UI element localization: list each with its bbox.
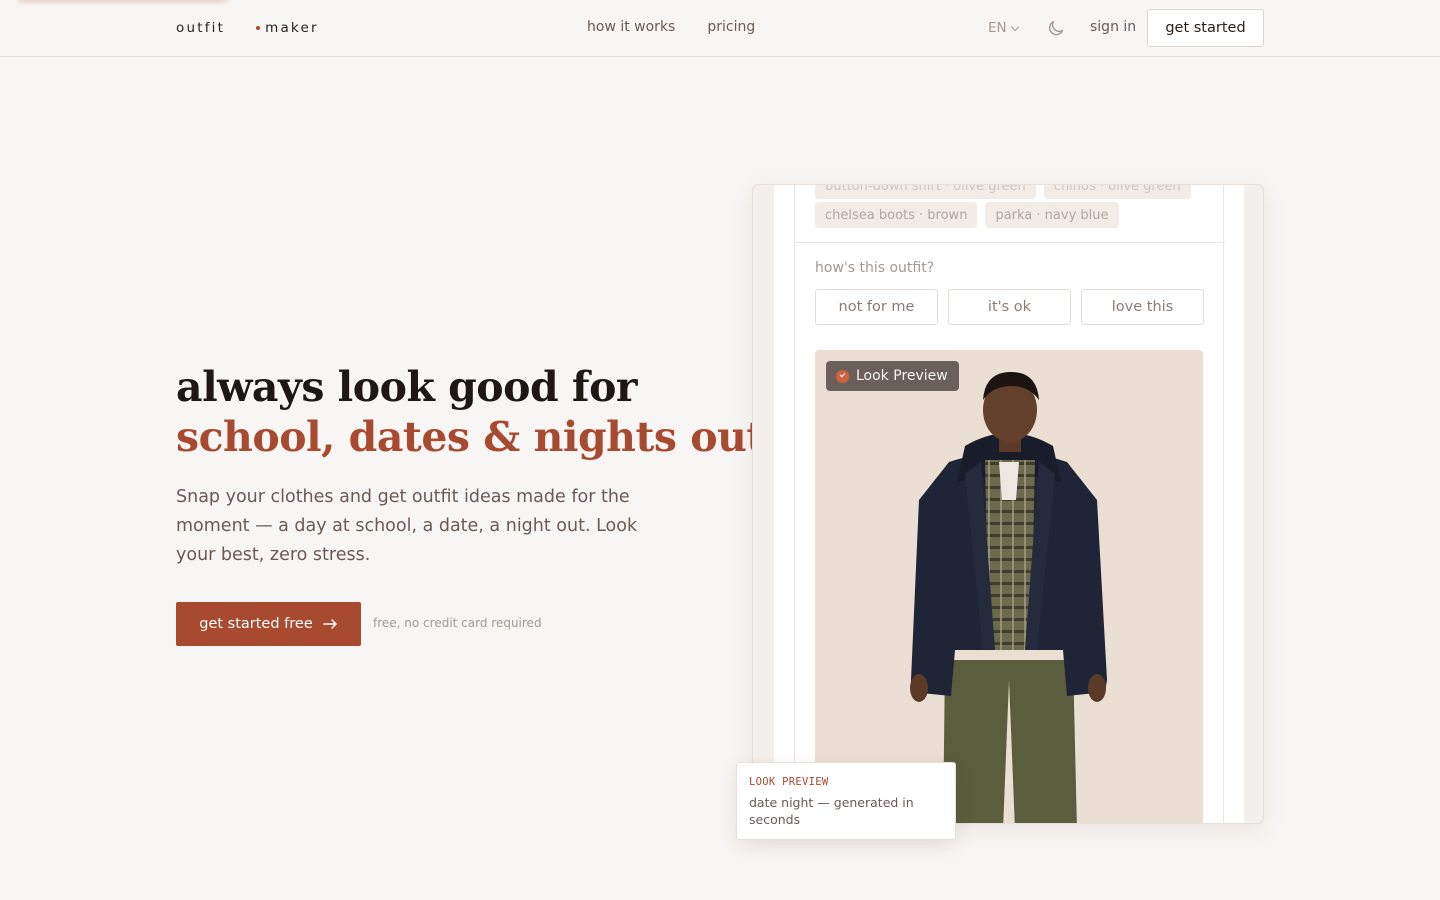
hero-title-line1: always look good for <box>176 363 638 411</box>
rating-not-for-me-button[interactable]: not for me <box>815 289 938 325</box>
logo-dot-icon <box>256 26 261 30</box>
chevron-down-icon <box>1010 22 1019 31</box>
preview-card-label: LOOK PREVIEW <box>749 776 829 788</box>
model-illustration <box>910 372 1107 823</box>
logo[interactable]: outfit maker <box>176 20 319 36</box>
app-screen: button-down shirt · olive green chinos ·… <box>774 185 1244 823</box>
main-nav: how it works pricing <box>587 19 755 35</box>
language-selector[interactable]: EN <box>988 20 1019 36</box>
check-circle-icon <box>836 369 849 383</box>
item-chip: chinos · olive green <box>1043 185 1191 199</box>
sign-in-link[interactable]: sign in <box>1090 19 1136 35</box>
rating-love-this-button[interactable]: love this <box>1081 289 1204 325</box>
cta-note: free, no credit card required <box>373 616 542 630</box>
rating-options: not for me it's ok love this <box>815 289 1204 325</box>
photo-badge-label: Look Preview <box>856 368 948 384</box>
cta-label: get started free <box>199 616 313 632</box>
get-started-free-button[interactable]: get started free <box>176 602 361 646</box>
look-preview-badge: Look Preview <box>826 361 959 391</box>
divider <box>795 242 1225 243</box>
hero-title-line2: school, dates & nights out <box>176 413 765 461</box>
nav-link-how-it-works[interactable]: how it works <box>587 19 675 35</box>
hero-subtitle: Snap your clothes and get outfit ideas m… <box>176 487 638 565</box>
outfit-panel: button-down shirt · olive green chinos ·… <box>794 185 1225 823</box>
logo-word-maker: maker <box>265 20 319 36</box>
arrow-right-icon <box>323 619 337 629</box>
logo-word-outfit: outfit <box>176 20 226 36</box>
item-chips-top: button-down shirt · olive green chinos ·… <box>815 185 1191 199</box>
site-header: outfit maker how it works pricing EN sig… <box>0 0 1440 57</box>
look-preview-card: LOOK PREVIEW date night — generated in s… <box>736 762 956 840</box>
item-chip: button-down shirt · olive green <box>815 185 1036 199</box>
rating-question: how's this outfit? <box>815 260 935 276</box>
moon-icon[interactable] <box>1046 18 1066 38</box>
rating-its-ok-button[interactable]: it's ok <box>948 289 1071 325</box>
item-chip-parka: parka · navy blue <box>985 202 1119 228</box>
app-preview-device: button-down shirt · olive green chinos ·… <box>752 184 1264 824</box>
item-chip-chelsea-boots: chelsea boots · brown <box>815 202 978 228</box>
outfit-photo: Look Preview <box>815 350 1203 823</box>
language-label: EN <box>988 20 1007 36</box>
preview-card-text: date night — generated in seconds <box>749 795 914 827</box>
item-chips: chelsea boots · brown parka · navy blue <box>815 202 1119 228</box>
hero-title: always look good for school, dates & nig… <box>176 362 765 462</box>
get-started-button[interactable]: get started <box>1147 9 1264 47</box>
nav-link-pricing[interactable]: pricing <box>707 19 755 35</box>
